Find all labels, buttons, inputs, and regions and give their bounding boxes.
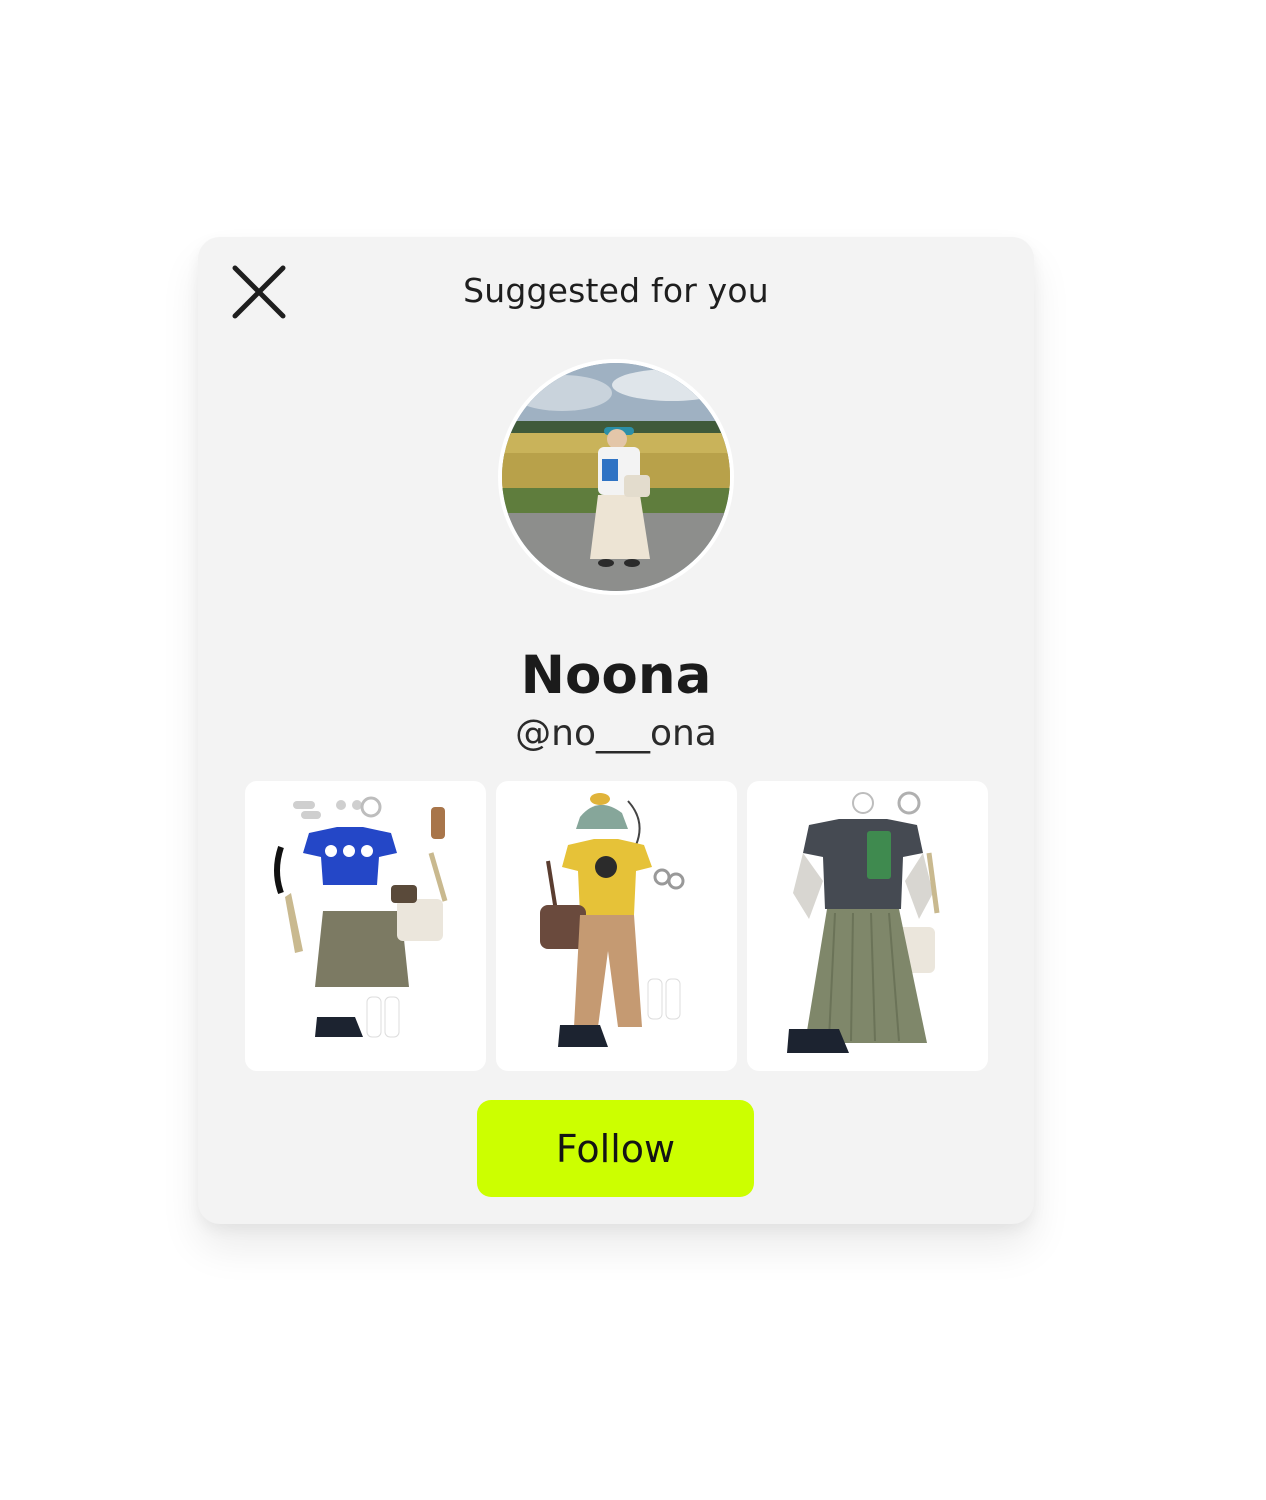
outfit-thumbnail-3[interactable] [747,781,988,1071]
profile-handle: @no___ona [515,713,717,754]
follow-button[interactable]: Follow [477,1100,754,1197]
outfit-image-yellow-tee [540,793,685,1047]
avatar-photo [502,363,730,591]
outfit-thumbnail-2[interactable] [496,781,737,1071]
avatar[interactable] [498,359,734,595]
suggested-profile-dialog: Suggested for you Noona @no___ona Follow [198,237,1034,1224]
outfit-thumbnail-1[interactable] [245,781,486,1071]
dialog-title: Suggested for you [463,271,769,310]
profile-name: Noona [520,645,712,706]
outfit-image-grey-tee [787,791,940,1053]
outfit-image-blue-tee [274,796,448,1038]
